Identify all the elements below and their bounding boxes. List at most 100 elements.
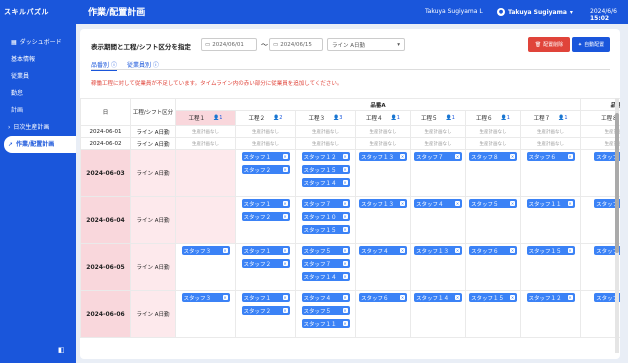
assignment-cell[interactable]: スタッフ１５ ✕ bbox=[465, 290, 521, 338]
staff-chip[interactable]: スタッフ３ ✕ bbox=[181, 246, 230, 255]
staff-chip[interactable]: スタッフ２ ✕ bbox=[241, 165, 290, 174]
collapse-sidebar-icon[interactable]: ◧ bbox=[58, 346, 65, 354]
staff-chip[interactable]: スタッフ８ ✕ bbox=[469, 152, 517, 161]
staff-chip[interactable]: スタッフ１ ✕ bbox=[241, 293, 290, 302]
staff-chip[interactable]: スタッフ１５ ✕ bbox=[301, 165, 350, 174]
staff-chip[interactable]: スタッフ１２ ✕ bbox=[526, 293, 575, 302]
staff-chip[interactable]: スタッフ１ ✕ bbox=[241, 199, 290, 208]
remove-staff-icon[interactable]: ✕ bbox=[455, 295, 460, 300]
assignment-cell[interactable]: スタッフ３ ✕ bbox=[175, 243, 236, 291]
auto-placement-button[interactable]: ✦ 自動配置 bbox=[572, 37, 610, 52]
staff-chip[interactable]: スタッフ４ ✕ bbox=[359, 246, 407, 255]
staff-chip[interactable]: スタッフ６ ✕ bbox=[526, 152, 575, 161]
assignment-cell[interactable]: スタッフ１４ ✕ bbox=[410, 290, 466, 338]
staff-chip[interactable]: スタッフ４ ✕ bbox=[301, 293, 350, 302]
sidebar-item-daily-production[interactable]: › 日次生産計画 bbox=[0, 119, 76, 136]
start-date-input[interactable]: ▭ 2024/06/01 bbox=[201, 38, 257, 51]
assignment-cell[interactable]: スタッフ１ ✕ スタッフ２ ✕ bbox=[235, 196, 296, 244]
assignment-cell[interactable]: スタッフ１２ ✕ bbox=[519, 290, 582, 338]
sidebar-item-basic-info[interactable]: 基本情報 bbox=[0, 51, 76, 68]
staff-chip[interactable]: スタッフ５ ✕ bbox=[301, 306, 350, 315]
remove-staff-icon[interactable]: ✕ bbox=[342, 321, 348, 326]
staff-chip[interactable]: スタッフ７ ✕ bbox=[301, 259, 350, 268]
remove-staff-icon[interactable]: ✕ bbox=[342, 154, 348, 159]
remove-staff-icon[interactable]: ✕ bbox=[342, 214, 348, 219]
remove-staff-icon[interactable]: ✕ bbox=[342, 295, 348, 300]
staff-chip[interactable]: スタッフ４ ✕ bbox=[414, 199, 462, 208]
remove-staff-icon[interactable]: ✕ bbox=[282, 167, 288, 172]
remove-staff-icon[interactable]: ✕ bbox=[400, 154, 405, 159]
assignment-cell[interactable]: スタッフ１３ ✕ bbox=[355, 196, 411, 244]
placement-grid[interactable]: 日 工程/シフト区分 品番A 品番B 工程１👤1工程２👤2工程３👤3工程４👤1工… bbox=[80, 98, 620, 359]
staff-chip[interactable]: スタッフ１４ ✕ bbox=[414, 293, 462, 302]
remove-staff-icon[interactable]: ✕ bbox=[510, 154, 515, 159]
remove-staff-icon[interactable]: ✕ bbox=[282, 248, 288, 253]
remove-staff-icon[interactable]: ✕ bbox=[282, 295, 288, 300]
remove-staff-icon[interactable]: ✕ bbox=[342, 308, 348, 313]
sidebar-item-attendance[interactable]: 勤怠 bbox=[0, 85, 76, 102]
assignment-cell[interactable]: スタッフ１３ ✕ bbox=[410, 243, 466, 291]
staff-chip[interactable]: スタッフ１ ✕ bbox=[241, 246, 290, 255]
remove-staff-icon[interactable]: ✕ bbox=[510, 201, 515, 206]
remove-staff-icon[interactable]: ✕ bbox=[400, 295, 405, 300]
remove-staff-icon[interactable]: ✕ bbox=[342, 180, 348, 185]
remove-staff-icon[interactable]: ✕ bbox=[342, 201, 348, 206]
remove-staff-icon[interactable]: ✕ bbox=[567, 295, 573, 300]
staff-chip[interactable]: スタッフ１１ ✕ bbox=[526, 199, 575, 208]
assignment-cell[interactable]: スタッフ８ ✕ bbox=[465, 149, 521, 197]
staff-chip[interactable]: スタッフ６ ✕ bbox=[359, 293, 407, 302]
user-menu[interactable]: ● Takuya Sugiyama ▾ bbox=[497, 6, 573, 18]
staff-chip[interactable]: スタッフ１４ ✕ bbox=[301, 178, 350, 187]
remove-staff-icon[interactable]: ✕ bbox=[222, 248, 228, 253]
assignment-cell[interactable]: スタッフ６ ✕ bbox=[465, 243, 521, 291]
staff-chip[interactable]: スタッフ５ ✕ bbox=[469, 199, 517, 208]
delete-placement-button[interactable]: 🗑 配置削除 bbox=[528, 37, 570, 52]
assignment-cell[interactable]: スタッフ１２ ✕ スタッフ１５ ✕ スタッフ１４ ✕ bbox=[295, 149, 356, 197]
staff-chip[interactable]: スタッフ１３ ✕ bbox=[414, 246, 462, 255]
remove-staff-icon[interactable]: ✕ bbox=[282, 214, 288, 219]
staff-chip[interactable]: スタッフ６ ✕ bbox=[469, 246, 517, 255]
remove-staff-icon[interactable]: ✕ bbox=[342, 248, 348, 253]
remove-staff-icon[interactable]: ✕ bbox=[282, 261, 288, 266]
staff-chip[interactable]: スタッフ１４ ✕ bbox=[301, 272, 350, 281]
assignment-cell[interactable]: スタッフ７ ✕ スタッフ１０ ✕ スタッフ１５ ✕ bbox=[295, 196, 356, 244]
remove-staff-icon[interactable]: ✕ bbox=[282, 308, 288, 313]
remove-staff-icon[interactable]: ✕ bbox=[455, 201, 460, 206]
assignment-cell[interactable]: スタッフ１ ✕ スタッフ２ ✕ bbox=[235, 290, 296, 338]
assignment-cell[interactable]: スタッフ６ ✕ bbox=[355, 290, 411, 338]
staff-chip[interactable]: スタッフ１０ ✕ bbox=[301, 212, 350, 221]
remove-staff-icon[interactable]: ✕ bbox=[400, 248, 405, 253]
assignment-cell[interactable]: スタッフ１ ✕ スタッフ２ ✕ bbox=[235, 149, 296, 197]
remove-staff-icon[interactable]: ✕ bbox=[342, 167, 348, 172]
remove-staff-icon[interactable]: ✕ bbox=[342, 261, 348, 266]
remove-staff-icon[interactable]: ✕ bbox=[282, 154, 288, 159]
staff-chip[interactable]: スタッフ１３ ✕ bbox=[359, 152, 407, 161]
sidebar-item-planning[interactable]: 計画 bbox=[0, 102, 76, 119]
staff-chip[interactable]: スタッフ１５ ✕ bbox=[526, 246, 575, 255]
assignment-cell[interactable]: スタッフ６ ✕ bbox=[519, 149, 582, 197]
assignment-cell[interactable]: スタッフ５ ✕ スタッフ７ ✕ スタッフ１４ ✕ bbox=[295, 243, 356, 291]
sidebar-item-work-placement[interactable]: ➚ 作業/配置計画 bbox=[4, 136, 76, 153]
assignment-cell[interactable]: スタッフ５ ✕ bbox=[465, 196, 521, 244]
sidebar-item-employees[interactable]: 従業員 bbox=[0, 68, 76, 85]
staff-chip[interactable]: スタッフ１ ✕ bbox=[241, 152, 290, 161]
assignment-cell[interactable] bbox=[175, 149, 236, 197]
staff-chip[interactable]: スタッフ７ ✕ bbox=[414, 152, 462, 161]
remove-staff-icon[interactable]: ✕ bbox=[567, 248, 573, 253]
remove-staff-icon[interactable]: ✕ bbox=[222, 295, 228, 300]
staff-chip[interactable]: スタッフ２ ✕ bbox=[241, 306, 290, 315]
remove-staff-icon[interactable]: ✕ bbox=[567, 154, 573, 159]
assignment-cell[interactable] bbox=[175, 196, 236, 244]
remove-staff-icon[interactable]: ✕ bbox=[455, 248, 460, 253]
remove-staff-icon[interactable]: ✕ bbox=[567, 201, 573, 206]
remove-staff-icon[interactable]: ✕ bbox=[342, 274, 348, 279]
assignment-cell[interactable]: スタッフ１１ ✕ bbox=[519, 196, 582, 244]
assignment-cell[interactable]: スタッフ１３ ✕ bbox=[355, 149, 411, 197]
app-logo[interactable]: スキルパズル bbox=[4, 7, 49, 17]
assignment-cell[interactable]: スタッフ３ ✕ bbox=[175, 290, 236, 338]
sidebar-item-dashboard[interactable]: ▦ ダッシュボード bbox=[0, 34, 76, 51]
remove-staff-icon[interactable]: ✕ bbox=[400, 201, 405, 206]
staff-chip[interactable]: スタッフ７ ✕ bbox=[301, 199, 350, 208]
scrollbar-thumb[interactable] bbox=[615, 113, 619, 253]
assignment-cell[interactable]: スタッフ４ ✕ bbox=[355, 243, 411, 291]
